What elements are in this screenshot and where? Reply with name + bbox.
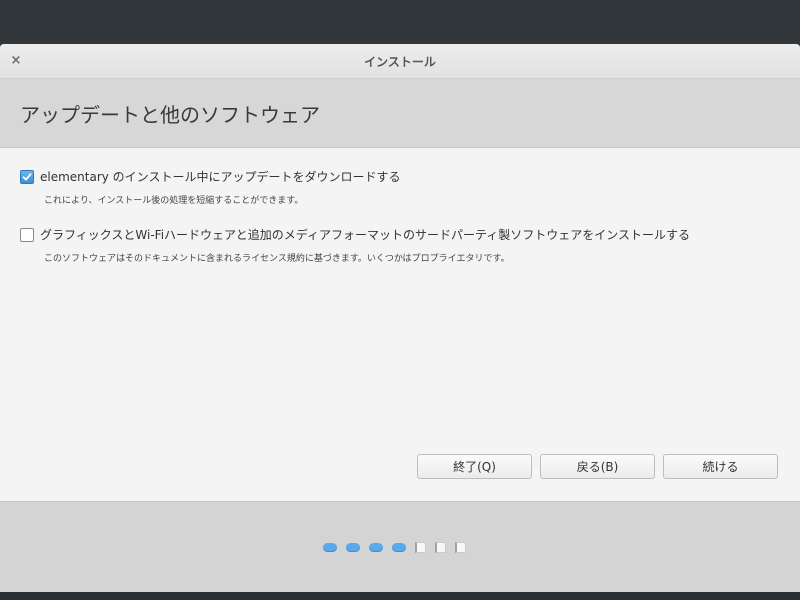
download-updates-description: これにより、インストール後の処理を短縮することができます。	[44, 196, 304, 206]
checkmark-icon	[22, 173, 32, 181]
desktop-background-bottom	[0, 592, 800, 600]
progress-step-completed	[392, 542, 406, 552]
third-party-software-description: このソフトウェアはそのドキュメントに含まれるライセンス規約に基づきます。いくつか…	[44, 254, 510, 264]
quit-button[interactable]: 終了(Q)	[417, 454, 532, 479]
progress-step-completed	[346, 542, 360, 552]
installer-window: × インストール アップデートと他のソフトウェア elementary のインス…	[0, 44, 800, 592]
progress-step-completed	[369, 542, 383, 552]
desktop-background-top	[0, 0, 800, 44]
download-updates-checkbox[interactable]	[20, 170, 34, 184]
progress-step-completed	[323, 542, 337, 552]
window-title: インストール	[364, 55, 436, 69]
back-button[interactable]: 戻る(B)	[540, 454, 655, 479]
page-title: アップデートと他のソフトウェア	[20, 103, 320, 127]
progress-step-pending	[435, 541, 446, 553]
titlebar: × インストール	[0, 44, 800, 79]
progress-step-pending	[415, 541, 426, 553]
progress-footer	[0, 501, 800, 592]
page-header: アップデートと他のソフトウェア	[0, 79, 800, 148]
step-progress-indicator	[323, 541, 466, 553]
progress-step-pending	[455, 541, 466, 553]
continue-button[interactable]: 続ける	[663, 454, 778, 479]
third-party-software-checkbox[interactable]	[20, 228, 34, 242]
download-updates-label[interactable]: elementary のインストール中にアップデートをダウンロードする	[40, 168, 400, 185]
third-party-software-label[interactable]: グラフィックスとWi-Fiハードウェアと追加のメディアフォーマットのサードパーテ…	[40, 226, 690, 243]
options-content: elementary のインストール中にアップデートをダウンロードする これによ…	[0, 148, 800, 500]
